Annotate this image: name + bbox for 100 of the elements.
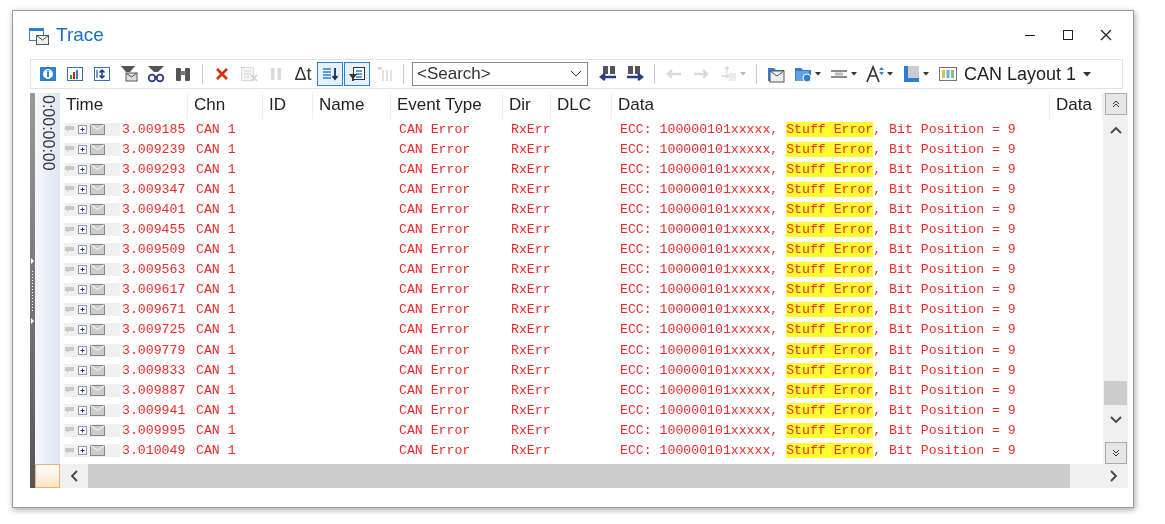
time-cell: 3.009833 bbox=[122, 362, 186, 378]
expand-icon[interactable] bbox=[77, 424, 88, 436]
expand-icon[interactable] bbox=[77, 163, 88, 175]
event-type-cell: CAN Error bbox=[399, 443, 471, 459]
maximize-icon bbox=[1063, 30, 1073, 40]
channel-cell: CAN 1 bbox=[196, 222, 236, 237]
direction-cell: RxErr bbox=[511, 443, 551, 459]
scroll-down-icon[interactable] bbox=[1108, 415, 1123, 425]
panel-splitter[interactable] bbox=[30, 93, 35, 488]
scroll-left-icon[interactable] bbox=[69, 469, 79, 483]
channel-cell: CAN 1 bbox=[196, 121, 236, 137]
comment-icon bbox=[64, 244, 75, 255]
arrow-icon bbox=[30, 316, 35, 325]
envelope-icon bbox=[90, 303, 105, 317]
envelope-icon bbox=[90, 162, 105, 176]
direction-cell: RxErr bbox=[511, 181, 551, 197]
scroll-right-icon[interactable] bbox=[1109, 469, 1119, 483]
scroll-thumb[interactable] bbox=[1104, 381, 1127, 405]
filter-envelope-icon bbox=[119, 64, 139, 84]
data-cell: ECC: 100000101xxxxx, Stuff Error, Bit Position = 9 bbox=[620, 242, 1016, 258]
time-cell: 3.009455 bbox=[122, 222, 186, 237]
close-icon bbox=[1100, 29, 1112, 41]
envelope-icon bbox=[90, 323, 105, 337]
expand-icon[interactable] bbox=[77, 304, 88, 316]
data-cell: ECC: 100000101xxxxx, Stuff Error, Bit Position = 9 bbox=[620, 201, 1016, 217]
column-header[interactable]: Event Type bbox=[391, 93, 503, 119]
channel-cell: CAN 1 bbox=[196, 322, 236, 338]
column-header[interactable]: Chn bbox=[188, 93, 263, 119]
expand-icon[interactable] bbox=[77, 344, 88, 356]
direction-cell: RxErr bbox=[511, 322, 551, 338]
envelope-icon bbox=[90, 223, 105, 236]
expand-icon[interactable] bbox=[77, 143, 88, 155]
comment-icon bbox=[64, 325, 75, 335]
event-type-cell: CAN Error bbox=[399, 201, 471, 217]
data-cell: ECC: 100000101xxxxx, Stuff Error, Bit Position = 9 bbox=[620, 402, 1016, 418]
delta-time-button[interactable]: Δt bbox=[290, 62, 316, 86]
event-type-cell: CAN Error bbox=[399, 222, 471, 237]
expand-icon[interactable] bbox=[77, 445, 88, 457]
expand-icon[interactable] bbox=[77, 123, 88, 135]
comment-icon bbox=[64, 184, 75, 195]
comment-icon bbox=[64, 304, 75, 315]
layout-color-icon bbox=[901, 64, 921, 84]
expand-icon[interactable] bbox=[77, 224, 88, 235]
vertical-scrollbar[interactable] bbox=[1103, 93, 1128, 464]
find-next-icon bbox=[625, 64, 645, 84]
expand-icon[interactable] bbox=[77, 244, 88, 256]
scroll-to-bottom-button[interactable] bbox=[1104, 442, 1127, 464]
event-type-cell: CAN Error bbox=[399, 161, 471, 177]
expand-icon[interactable] bbox=[77, 384, 88, 396]
channel-cell: CAN 1 bbox=[196, 422, 236, 438]
layout-dropdown[interactable]: CAN Layout 1 bbox=[934, 62, 1097, 86]
envelope-icon bbox=[90, 243, 105, 257]
font-size-icon bbox=[865, 64, 885, 84]
data-cell: ECC: 100000101xxxxx, Stuff Error, Bit Position = 9 bbox=[620, 322, 1016, 338]
data-cell: ECC: 100000101xxxxx, Stuff Error, Bit Position = 9 bbox=[620, 422, 1016, 438]
column-header[interactable]: Name bbox=[313, 93, 391, 119]
clear-icon bbox=[239, 64, 259, 84]
search-field[interactable]: <Search> bbox=[412, 62, 588, 86]
expand-icon[interactable] bbox=[77, 183, 88, 195]
sort-down-button[interactable] bbox=[317, 62, 343, 86]
data-cell: ECC: 100000101xxxxx, Stuff Error, Bit Position = 9 bbox=[620, 362, 1016, 378]
time-cell: 3.009185 bbox=[122, 121, 186, 137]
column-header[interactable]: DLC bbox=[551, 93, 612, 119]
data-cell: ECC: 100000101xxxxx, Stuff Error, Bit Position = 9 bbox=[620, 141, 1016, 157]
comment-icon bbox=[64, 425, 75, 436]
chevron-down-icon[interactable] bbox=[570, 70, 582, 78]
channel-cell: CAN 1 bbox=[196, 242, 236, 258]
export-icon bbox=[718, 64, 738, 84]
data-cell: ECC: 100000101xxxxx, Stuff Error, Bit Position = 9 bbox=[620, 181, 1016, 197]
column-header[interactable]: ID bbox=[263, 93, 313, 119]
data-cell: ECC: 100000101xxxxx, Stuff Error, Bit Position = 9 bbox=[620, 443, 1016, 459]
channel-cell: CAN 1 bbox=[196, 201, 236, 217]
event-type-cell: CAN Error bbox=[399, 242, 471, 258]
envelope-icon bbox=[90, 444, 105, 458]
envelope-icon bbox=[90, 122, 105, 136]
channel-cell: CAN 1 bbox=[196, 443, 236, 459]
arrow-icon bbox=[30, 256, 35, 265]
filter-list-button[interactable] bbox=[344, 62, 370, 86]
direction-cell: RxErr bbox=[511, 201, 551, 217]
time-cell: 3.009401 bbox=[122, 201, 186, 217]
scroll-to-top-button[interactable] bbox=[1104, 93, 1127, 115]
column-header[interactable]: Time bbox=[60, 93, 188, 119]
expand-icon[interactable] bbox=[77, 404, 88, 416]
event-type-cell: CAN Error bbox=[399, 121, 471, 137]
expand-icon[interactable] bbox=[77, 364, 88, 376]
scroll-up-icon[interactable] bbox=[1108, 125, 1123, 135]
time-cell: 3.010049 bbox=[122, 443, 186, 459]
time-cell: 3.009671 bbox=[122, 302, 186, 318]
expand-icon[interactable] bbox=[77, 284, 88, 296]
column-header[interactable]: Dir bbox=[503, 93, 551, 119]
comment-icon bbox=[64, 365, 75, 376]
filter-glasses-icon bbox=[146, 64, 166, 84]
comment-icon bbox=[64, 144, 75, 155]
comment-icon bbox=[64, 264, 75, 275]
envelope-icon bbox=[90, 423, 105, 437]
column-header[interactable]: Data bbox=[612, 93, 1050, 119]
expand-icon[interactable] bbox=[77, 264, 88, 276]
expand-icon[interactable] bbox=[77, 203, 88, 215]
expand-icon[interactable] bbox=[77, 324, 88, 336]
time-cell: 3.009509 bbox=[122, 242, 186, 258]
